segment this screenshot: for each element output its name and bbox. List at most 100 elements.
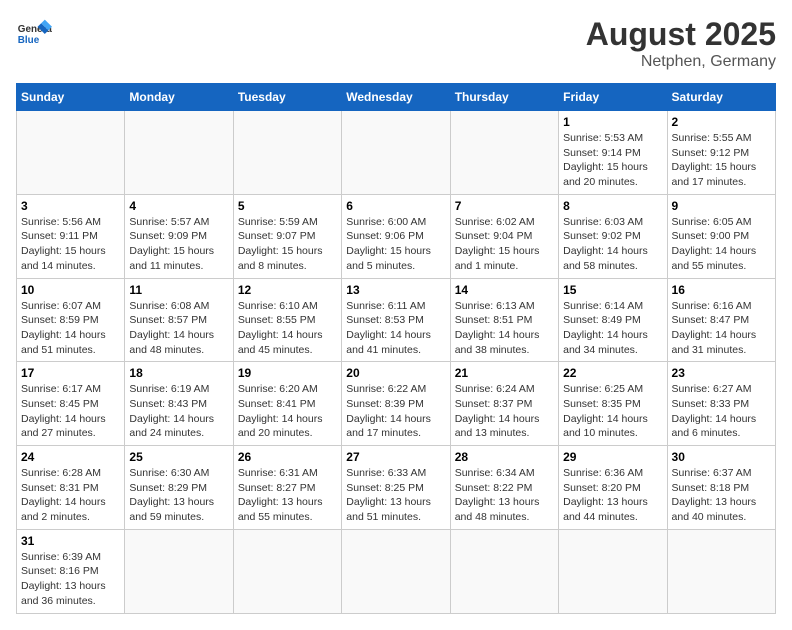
day-number: 24	[21, 450, 120, 464]
day-info: Sunrise: 6:08 AM Sunset: 8:57 PM Dayligh…	[129, 299, 228, 358]
weekday-header-sunday: Sunday	[17, 84, 125, 111]
day-number: 17	[21, 366, 120, 380]
calendar-cell	[667, 529, 775, 613]
day-info: Sunrise: 6:16 AM Sunset: 8:47 PM Dayligh…	[672, 299, 771, 358]
day-info: Sunrise: 6:36 AM Sunset: 8:20 PM Dayligh…	[563, 466, 662, 525]
calendar-cell	[233, 529, 341, 613]
day-info: Sunrise: 6:30 AM Sunset: 8:29 PM Dayligh…	[129, 466, 228, 525]
calendar-cell: 2 Sunrise: 5:55 AM Sunset: 9:12 PM Daylig…	[667, 111, 775, 195]
day-number: 6	[346, 199, 445, 213]
day-number: 9	[672, 199, 771, 213]
calendar-cell: 5 Sunrise: 5:59 AM Sunset: 9:07 PM Daylig…	[233, 194, 341, 278]
day-number: 4	[129, 199, 228, 213]
day-info: Sunrise: 6:34 AM Sunset: 8:22 PM Dayligh…	[455, 466, 554, 525]
calendar-cell: 25Sunrise: 6:30 AM Sunset: 8:29 PM Dayli…	[125, 446, 233, 530]
weekday-header-wednesday: Wednesday	[342, 84, 450, 111]
day-info: Sunrise: 6:39 AM Sunset: 8:16 PM Dayligh…	[21, 550, 120, 609]
calendar-header: SundayMondayTuesdayWednesdayThursdayFrid…	[17, 84, 776, 111]
day-info: Sunrise: 6:28 AM Sunset: 8:31 PM Dayligh…	[21, 466, 120, 525]
day-info: Sunrise: 5:59 AM Sunset: 9:07 PM Dayligh…	[238, 215, 337, 274]
calendar-cell: 31 Sunrise: 6:39 AM Sunset: 8:16 PM Dayli…	[17, 529, 125, 613]
day-number: 31	[21, 534, 120, 548]
calendar-cell: 26Sunrise: 6:31 AM Sunset: 8:27 PM Dayli…	[233, 446, 341, 530]
day-number: 3	[21, 199, 120, 213]
calendar-cell: 14 Sunrise: 6:13 AM Sunset: 8:51 PM Dayli…	[450, 278, 558, 362]
calendar-week-row: 17Sunrise: 6:17 AM Sunset: 8:45 PM Dayli…	[17, 362, 776, 446]
title-block: August 2025 Netphen, Germany	[586, 16, 776, 71]
calendar-week-row: 3Sunrise: 5:56 AM Sunset: 9:11 PM Daylig…	[17, 194, 776, 278]
calendar-cell: 17Sunrise: 6:17 AM Sunset: 8:45 PM Dayli…	[17, 362, 125, 446]
calendar-cell: 18 Sunrise: 6:19 AM Sunset: 8:43 PM Dayli…	[125, 362, 233, 446]
day-info: Sunrise: 6:25 AM Sunset: 8:35 PM Dayligh…	[563, 382, 662, 441]
calendar-cell: 15Sunrise: 6:14 AM Sunset: 8:49 PM Dayli…	[559, 278, 667, 362]
day-info: Sunrise: 5:55 AM Sunset: 9:12 PM Dayligh…	[672, 131, 771, 190]
calendar-cell: 12Sunrise: 6:10 AM Sunset: 8:55 PM Dayli…	[233, 278, 341, 362]
calendar-body: 1 Sunrise: 5:53 AM Sunset: 9:14 PM Daylig…	[17, 111, 776, 614]
day-info: Sunrise: 6:13 AM Sunset: 8:51 PM Dayligh…	[455, 299, 554, 358]
page-header: General Blue August 2025 Netphen, German…	[16, 16, 776, 71]
calendar-cell: 13 Sunrise: 6:11 AM Sunset: 8:53 PM Dayli…	[342, 278, 450, 362]
calendar-cell: 24 Sunrise: 6:28 AM Sunset: 8:31 PM Dayli…	[17, 446, 125, 530]
day-number: 15	[563, 283, 662, 297]
day-info: Sunrise: 6:07 AM Sunset: 8:59 PM Dayligh…	[21, 299, 120, 358]
day-number: 22	[563, 366, 662, 380]
calendar-cell	[17, 111, 125, 195]
day-number: 18	[129, 366, 228, 380]
day-info: Sunrise: 6:37 AM Sunset: 8:18 PM Dayligh…	[672, 466, 771, 525]
calendar-cell	[450, 529, 558, 613]
calendar-title: August 2025	[586, 16, 776, 53]
calendar-cell: 6 Sunrise: 6:00 AM Sunset: 9:06 PM Daylig…	[342, 194, 450, 278]
calendar-cell: 3Sunrise: 5:56 AM Sunset: 9:11 PM Daylig…	[17, 194, 125, 278]
day-number: 28	[455, 450, 554, 464]
day-info: Sunrise: 6:00 AM Sunset: 9:06 PM Dayligh…	[346, 215, 445, 274]
calendar-cell	[559, 529, 667, 613]
day-number: 27	[346, 450, 445, 464]
calendar-table: SundayMondayTuesdayWednesdayThursdayFrid…	[16, 83, 776, 614]
calendar-cell: 8Sunrise: 6:03 AM Sunset: 9:02 PM Daylig…	[559, 194, 667, 278]
day-number: 23	[672, 366, 771, 380]
day-number: 21	[455, 366, 554, 380]
day-info: Sunrise: 5:57 AM Sunset: 9:09 PM Dayligh…	[129, 215, 228, 274]
day-info: Sunrise: 6:05 AM Sunset: 9:00 PM Dayligh…	[672, 215, 771, 274]
day-info: Sunrise: 6:33 AM Sunset: 8:25 PM Dayligh…	[346, 466, 445, 525]
day-info: Sunrise: 6:19 AM Sunset: 8:43 PM Dayligh…	[129, 382, 228, 441]
weekday-header-friday: Friday	[559, 84, 667, 111]
day-number: 12	[238, 283, 337, 297]
day-info: Sunrise: 5:53 AM Sunset: 9:14 PM Dayligh…	[563, 131, 662, 190]
calendar-week-row: 24 Sunrise: 6:28 AM Sunset: 8:31 PM Dayli…	[17, 446, 776, 530]
day-number: 11	[129, 283, 228, 297]
calendar-cell: 29Sunrise: 6:36 AM Sunset: 8:20 PM Dayli…	[559, 446, 667, 530]
weekday-header-tuesday: Tuesday	[233, 84, 341, 111]
calendar-week-row: 1 Sunrise: 5:53 AM Sunset: 9:14 PM Daylig…	[17, 111, 776, 195]
weekday-header-row: SundayMondayTuesdayWednesdayThursdayFrid…	[17, 84, 776, 111]
day-number: 2	[672, 115, 771, 129]
calendar-cell: 1 Sunrise: 5:53 AM Sunset: 9:14 PM Daylig…	[559, 111, 667, 195]
day-number: 5	[238, 199, 337, 213]
calendar-cell	[125, 111, 233, 195]
day-number: 14	[455, 283, 554, 297]
day-number: 20	[346, 366, 445, 380]
calendar-cell: 10 Sunrise: 6:07 AM Sunset: 8:59 PM Dayli…	[17, 278, 125, 362]
day-info: Sunrise: 6:31 AM Sunset: 8:27 PM Dayligh…	[238, 466, 337, 525]
calendar-cell	[125, 529, 233, 613]
logo: General Blue	[16, 16, 52, 52]
day-info: Sunrise: 6:27 AM Sunset: 8:33 PM Dayligh…	[672, 382, 771, 441]
day-number: 8	[563, 199, 662, 213]
calendar-cell: 11 Sunrise: 6:08 AM Sunset: 8:57 PM Dayli…	[125, 278, 233, 362]
svg-text:Blue: Blue	[18, 35, 40, 46]
day-number: 30	[672, 450, 771, 464]
calendar-cell	[342, 111, 450, 195]
calendar-cell	[450, 111, 558, 195]
day-number: 13	[346, 283, 445, 297]
day-number: 7	[455, 199, 554, 213]
calendar-subtitle: Netphen, Germany	[586, 53, 776, 71]
calendar-cell: 20Sunrise: 6:22 AM Sunset: 8:39 PM Dayli…	[342, 362, 450, 446]
calendar-cell: 19Sunrise: 6:20 AM Sunset: 8:41 PM Dayli…	[233, 362, 341, 446]
day-info: Sunrise: 6:11 AM Sunset: 8:53 PM Dayligh…	[346, 299, 445, 358]
day-number: 16	[672, 283, 771, 297]
day-number: 19	[238, 366, 337, 380]
calendar-cell: 21Sunrise: 6:24 AM Sunset: 8:37 PM Dayli…	[450, 362, 558, 446]
day-number: 1	[563, 115, 662, 129]
day-number: 10	[21, 283, 120, 297]
weekday-header-monday: Monday	[125, 84, 233, 111]
